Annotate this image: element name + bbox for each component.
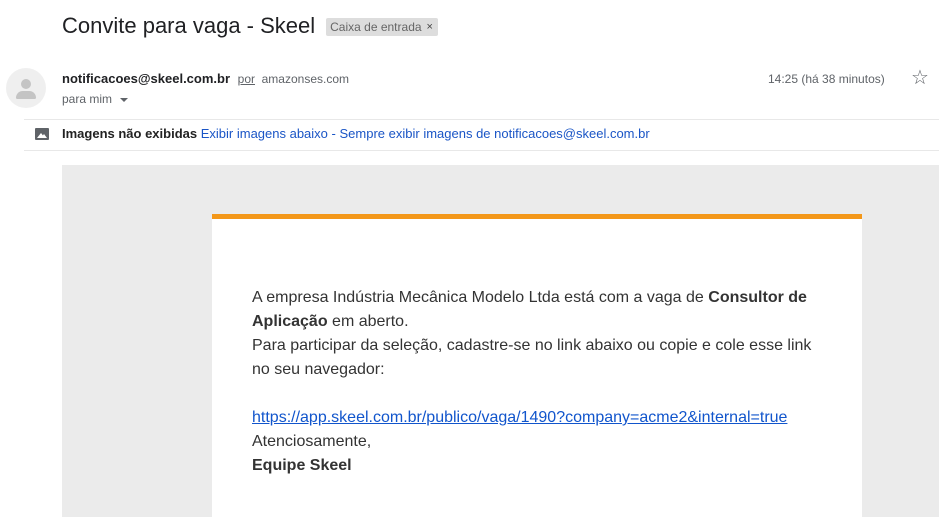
- team-name: Equipe Skeel: [252, 457, 352, 474]
- images-notice-label: Imagens não exibidas: [62, 126, 198, 141]
- images-notice-bar: Imagens não exibidas Exibir imagens abai…: [24, 119, 939, 151]
- inbox-label-text: Caixa de entrada: [330, 20, 422, 34]
- images-separator: -: [331, 126, 336, 141]
- remove-label-icon[interactable]: ×: [427, 20, 433, 34]
- sender-line: notificacoes@skeel.com.br por amazonses.…: [62, 71, 349, 86]
- images-notice-text: Imagens não exibidas Exibir imagens abai…: [62, 126, 650, 141]
- sender-email[interactable]: notificacoes@skeel.com.br: [62, 71, 230, 86]
- chevron-down-icon[interactable]: [120, 97, 129, 102]
- image-icon: [35, 128, 49, 140]
- always-show-images-link[interactable]: Sempre exibir imagens de notificacoes@sk…: [340, 126, 650, 141]
- show-images-link[interactable]: Exibir imagens abaixo: [201, 126, 328, 141]
- instruction-text: Para participar da seleção, cadastre-se …: [252, 337, 812, 378]
- email-card: A empresa Indústria Mecânica Modelo Ltda…: [212, 214, 862, 522]
- via-label[interactable]: por: [238, 72, 255, 86]
- intro-after: em aberto.: [327, 313, 409, 330]
- message-time: 14:25 (há 38 minutos): [768, 72, 885, 86]
- intro-paragraph: A empresa Indústria Mecânica Modelo Ltda…: [252, 286, 822, 334]
- recipient-text: para mim: [62, 92, 113, 106]
- inbox-label[interactable]: Caixa de entrada ×: [326, 18, 438, 36]
- team-signature: Equipe Skeel: [252, 454, 822, 478]
- star-icon[interactable]: ☆: [911, 67, 929, 89]
- via-domain: amazonses.com: [261, 72, 349, 86]
- subject-text: Convite para vaga - Skeel: [62, 13, 316, 38]
- recipient-dropdown[interactable]: para mim: [62, 92, 129, 106]
- email-subject: Convite para vaga - Skeel Caixa de entra…: [62, 13, 438, 39]
- job-application-link[interactable]: https://app.skeel.com.br/publico/vaga/14…: [252, 406, 787, 430]
- regards-text: Atenciosamente,: [252, 433, 372, 450]
- email-content: A empresa Indústria Mecânica Modelo Ltda…: [252, 286, 822, 478]
- sender-avatar-icon[interactable]: [6, 68, 46, 108]
- intro-before: A empresa Indústria Mecânica Modelo Ltda…: [252, 289, 709, 306]
